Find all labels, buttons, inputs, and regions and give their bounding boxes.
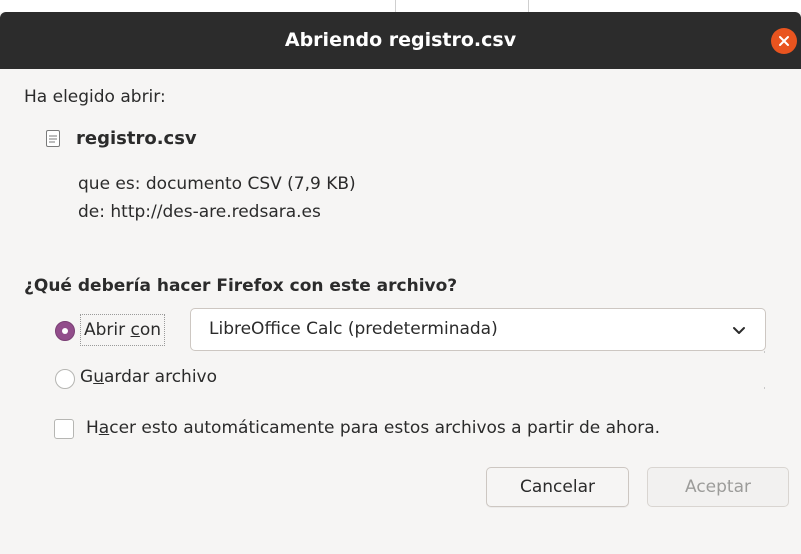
open-with-radio[interactable] (55, 321, 75, 341)
application-select[interactable]: LibreOffice Calc (predeterminada) (190, 308, 766, 351)
file-source-info: de: http://des-are.redsara.es (78, 202, 321, 222)
save-file-mnemonic: u (93, 367, 104, 387)
action-question: ¿Qué debería hacer Firefox con este arch… (24, 276, 458, 296)
open-with-label-part: Abrir (84, 320, 131, 340)
close-icon (779, 36, 789, 46)
title-bar[interactable]: Abriendo registro.csv (0, 12, 801, 69)
intro-text: Ha elegido abrir: (24, 87, 166, 107)
auto-action-label-part: H (86, 418, 99, 438)
auto-action-mnemonic: a (98, 418, 110, 438)
save-file-label-part: G (80, 367, 94, 387)
auto-action-label[interactable]: Hacer esto automáticamente para estos ar… (86, 418, 660, 438)
file-type-info: que es: documento CSV (7,9 KB) (78, 174, 356, 194)
open-with-label-part: on (139, 320, 162, 340)
separator-dot (764, 387, 765, 389)
chevron-down-icon (733, 327, 745, 334)
save-file-radio[interactable] (55, 369, 75, 389)
auto-action-label-part: cer esto automáticamente para estos arch… (109, 418, 661, 438)
open-with-label[interactable]: Abrir con (80, 314, 166, 346)
close-button[interactable] (771, 28, 797, 54)
background-window-strip (0, 0, 801, 12)
save-file-label-part: ardar archivo (103, 367, 218, 387)
file-name: registro.csv (76, 128, 197, 149)
open-with-mnemonic: c (130, 320, 140, 340)
separator-dot (764, 351, 765, 353)
dialog-title: Abriendo registro.csv (284, 29, 517, 51)
auto-action-checkbox[interactable] (54, 419, 74, 439)
document-icon (46, 130, 60, 147)
cancel-button[interactable]: Cancelar (486, 467, 629, 507)
background-divider (395, 0, 396, 12)
download-dialog: Abriendo registro.csv Ha elegido abrir: … (0, 0, 801, 554)
application-select-value: LibreOffice Calc (predeterminada) (209, 319, 498, 339)
background-divider (528, 0, 529, 12)
save-file-label[interactable]: Guardar archivo (80, 367, 217, 387)
accept-button[interactable]: Aceptar (647, 467, 789, 507)
